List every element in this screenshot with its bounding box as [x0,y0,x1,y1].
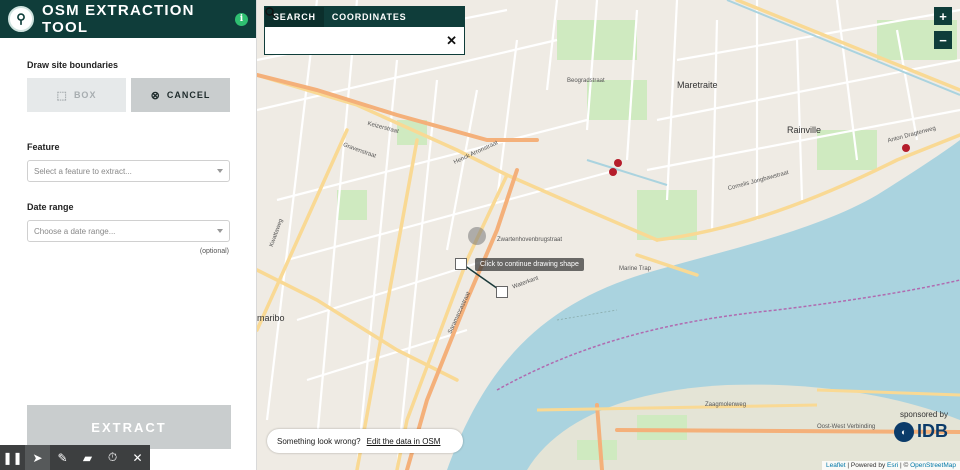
draw-vertex[interactable] [496,286,508,298]
search-input[interactable] [278,36,447,46]
esri-link[interactable]: Esri [887,462,898,469]
pause-icon[interactable]: ❚❚ [0,445,25,470]
close-icon[interactable]: ✕ [125,445,150,470]
cancel-circle-icon: ⊗ [150,89,161,102]
zoom-in-button[interactable]: + [934,7,952,25]
cancel-button-label: CANCEL [166,90,211,100]
clear-search-icon[interactable]: ✕ [446,33,457,49]
map-label-paramaribo: maribo [257,313,285,323]
chevron-down-icon [217,169,223,173]
search-tabs: SEARCH COORDINATES [265,7,464,27]
map-label-verbinding: Oost-West Verbinding [817,424,876,430]
cancel-button[interactable]: ⊗ CANCEL [131,78,230,112]
feature-label: Feature [27,142,60,152]
feedback-text: Something look wrong? [277,436,361,446]
date-range-placeholder: Choose a date range... [34,226,116,236]
pencil-icon[interactable]: ✎ [50,445,75,470]
draw-boundaries-label: Draw site boundaries [27,60,119,70]
map-label-maretraite: Maretraite [677,80,718,90]
box-button-label: BOX [73,90,97,100]
search-panel: SEARCH COORDINATES ✕ [264,6,465,55]
feature-select-placeholder: Select a feature to extract... [34,166,132,176]
chevron-down-icon [217,229,223,233]
pointer-icon[interactable]: ➤ [25,445,50,470]
date-range-select[interactable]: Choose a date range... [27,220,230,242]
sidebar: ⚲ OSM EXTRACTION TOOL i Draw site bounda… [0,0,257,470]
draw-vertex[interactable] [455,258,467,270]
idb-brand: IDB [917,421,948,441]
timer-icon[interactable]: ⏱ [100,445,125,470]
map-tiles [257,0,960,470]
app-title: OSM EXTRACTION TOOL [42,2,195,36]
optional-hint: (optional) [199,248,229,255]
app-header: ⚲ OSM EXTRACTION TOOL i [0,0,256,38]
tool-strip: ❚❚ ➤ ✎ ▰ ⏱ ✕ [0,445,150,470]
eraser-icon[interactable]: ▰ [75,445,100,470]
draw-tooltip: Click to continue drawing shape [475,258,584,271]
idb-logo: ◐ IDB [894,421,948,442]
leaflet-link[interactable]: Leaflet [826,462,846,469]
attribution-sep1: | Powered by [845,462,887,469]
map-view[interactable]: Maretraite Rainville maribo Marine Trap … [257,0,960,470]
sponsor-label: sponsored by [899,410,948,419]
box-select-icon: ⬚ [56,89,68,102]
logo-icon: ⚲ [8,6,34,32]
info-icon[interactable]: i [235,12,248,26]
sponsor-badge: sponsored by ◐ IDB [894,410,948,442]
idb-globe-icon: ◐ [894,421,914,442]
feedback-pill: Something look wrong? Edit the data in O… [267,429,463,453]
map-attribution: Leaflet | Powered by Esri | © OpenStreet… [822,461,960,470]
zoom-out-button[interactable]: − [934,31,952,49]
search-row: ✕ [265,7,464,55]
map-label-zwartenhovenbrug: Zwartenhovenbrugstraat [497,237,563,243]
map-label-rainville: Rainville [787,125,822,135]
edit-osm-link[interactable]: Edit the data in OSM [367,437,441,446]
feature-select[interactable]: Select a feature to extract... [27,160,230,182]
map-label-beograd: Beogradstraat [567,78,605,84]
map-label-zaagmolen: Zaagmolenweg [705,402,747,408]
map-label-marine-trap: Marine Trap [619,266,652,272]
tab-coordinates[interactable]: COORDINATES [324,7,415,27]
search-icon [265,7,276,18]
attribution-sep2: | © [898,462,911,469]
osm-link[interactable]: OpenStreetMap [910,462,956,469]
date-range-label: Date range [27,202,74,212]
box-button[interactable]: ⬚ BOX [27,78,126,112]
extract-button[interactable]: EXTRACT [27,405,231,449]
